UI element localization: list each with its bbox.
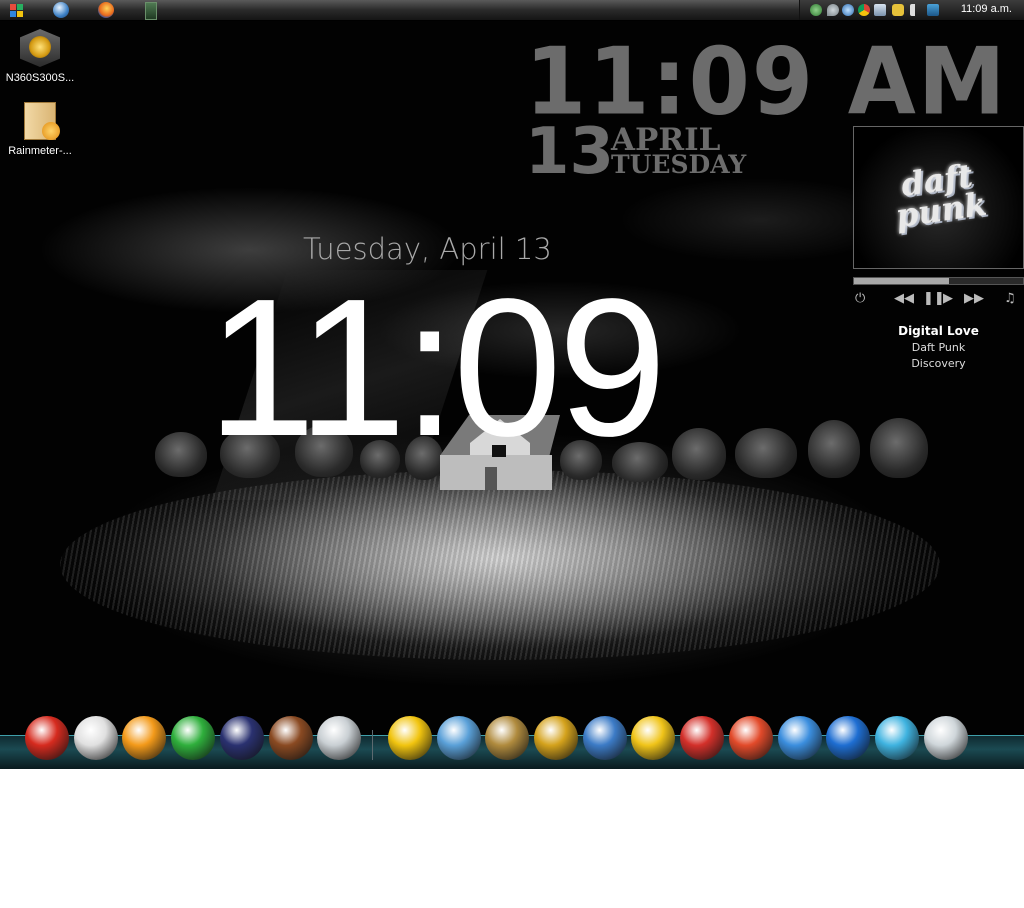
recycle-bin-icon[interactable] — [317, 716, 362, 760]
tree — [870, 418, 928, 478]
winamp-icon[interactable] — [680, 716, 725, 760]
start-icon[interactable] — [9, 2, 25, 18]
norton-icon[interactable] — [387, 716, 432, 760]
water-drop-icon[interactable] — [923, 716, 968, 760]
track-artist: Daft Punk — [911, 341, 966, 354]
firefox-icon[interactable] — [98, 2, 114, 18]
desktop-icon-norton[interactable]: N360S300S... — [0, 25, 80, 84]
classic-dvd-icon[interactable] — [485, 716, 530, 760]
chain-chomp-icon[interactable] — [219, 716, 264, 760]
previous-icon[interactable]: ◀◀ — [894, 291, 914, 306]
droplet-icon[interactable] — [827, 4, 839, 16]
ccleaner-icon[interactable] — [728, 716, 773, 760]
messenger-icon[interactable] — [777, 716, 822, 760]
track-info: Digital Love Daft Punk Discovery — [853, 324, 1024, 370]
chrome-icon[interactable] — [858, 4, 870, 16]
system-tray: 11:09 a.m. — [799, 0, 1024, 20]
desktop-icon-rainmeter[interactable]: Rainmeter-... — [0, 98, 80, 157]
tree — [672, 428, 726, 480]
tree — [155, 432, 207, 477]
main-time: 11:09 — [207, 258, 667, 477]
rainmeter-day: 13 — [525, 115, 615, 189]
media-player-icon[interactable] — [826, 716, 871, 760]
arch-logo-icon[interactable] — [582, 716, 627, 760]
windows-media-player-icon[interactable] — [53, 2, 69, 18]
music-player: daft punk ⏻ ◀◀ ❚❚ ▶ ▶▶ ♫ Digital Love Da… — [853, 126, 1024, 370]
album-art-logo: daft punk — [893, 156, 989, 236]
mario-icon[interactable] — [25, 716, 69, 760]
track-title: Digital Love — [898, 324, 979, 338]
album-art[interactable]: daft punk — [853, 126, 1024, 269]
rainmeter-time: 11:09 AM — [525, 27, 1008, 136]
player-controls: ⏻ ◀◀ ❚❚ ▶ ▶▶ ♫ — [853, 291, 1024, 311]
desktop-icon-label: N360S300S... — [5, 72, 75, 84]
media-icon[interactable] — [927, 4, 939, 16]
taskbar: 11:09 a.m. — [0, 0, 1024, 21]
playstation-controller-icon[interactable] — [534, 716, 578, 760]
power-icon[interactable]: ⏻ — [855, 291, 865, 306]
track-album: Discovery — [911, 357, 966, 370]
puzzle-icon[interactable] — [892, 4, 904, 16]
volume-icon[interactable] — [910, 4, 922, 16]
tree — [808, 420, 860, 478]
music-note-icon[interactable]: ♫ — [1004, 291, 1016, 306]
one-up-mushroom-icon[interactable] — [171, 716, 216, 760]
fire-flower-icon[interactable] — [122, 716, 167, 760]
stormtrooper-icon[interactable] — [73, 716, 118, 760]
play-icon[interactable]: ▶ — [943, 291, 953, 306]
pause-icon[interactable]: ❚❚ — [923, 291, 945, 306]
terminal-icon[interactable] — [145, 2, 157, 20]
tree — [735, 428, 797, 478]
dock — [25, 712, 1005, 766]
goomba-icon[interactable] — [268, 716, 313, 760]
norton-installer-icon — [18, 25, 62, 69]
itunes-icon[interactable] — [436, 716, 481, 760]
rainmeter-weekday: TUESDAY — [611, 150, 747, 179]
dock-separator — [372, 730, 374, 760]
dvd-player-icon[interactable] — [874, 716, 919, 760]
desktop-icon-label: Rainmeter-... — [8, 145, 72, 157]
grass-field — [60, 470, 940, 660]
display-icon[interactable] — [874, 4, 886, 16]
progress-bar[interactable] — [853, 277, 1024, 285]
next-icon[interactable]: ▶▶ — [964, 291, 984, 306]
internet-explorer-icon[interactable] — [631, 716, 676, 760]
rainmeter-clock: 11:09 AM 13 APRIL TUESDAY — [525, 27, 1008, 184]
taskbar-clock[interactable]: 11:09 a.m. — [961, 3, 1012, 15]
progress-fill — [854, 278, 949, 284]
installer-box-icon — [18, 98, 62, 142]
globe-icon[interactable] — [842, 4, 854, 16]
network-icon[interactable] — [810, 4, 822, 16]
